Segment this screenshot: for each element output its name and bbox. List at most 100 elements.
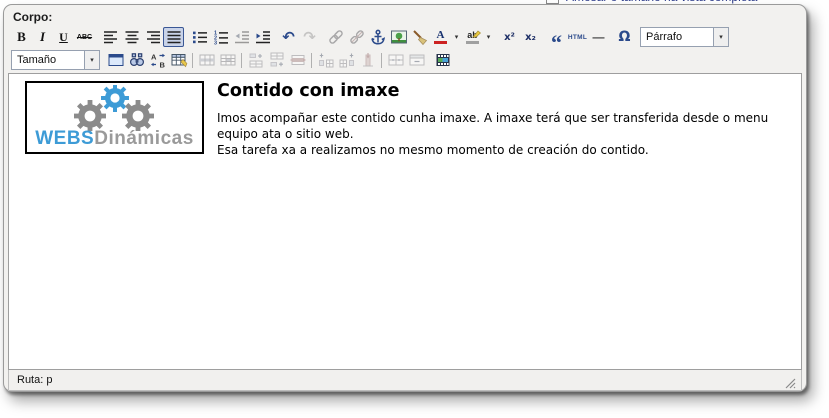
cleanup-button[interactable] <box>409 27 430 47</box>
align-center-button[interactable] <box>121 27 142 47</box>
split-cells-button[interactable] <box>385 50 406 70</box>
toolbar-row-2: Tamaño ▾ AB <box>11 49 453 71</box>
row-properties-icon <box>198 51 216 69</box>
strikethrough-button[interactable]: ABC <box>74 27 95 47</box>
replace-button[interactable]: AB <box>147 50 168 70</box>
highlight-color-dropdown[interactable]: ▾ <box>483 27 494 47</box>
svg-text:A: A <box>151 53 157 62</box>
text-color-dropdown[interactable]: ▾ <box>451 27 462 47</box>
delete-column-button[interactable] <box>357 50 378 70</box>
toolbar-separator <box>241 52 242 68</box>
horizontal-rule-icon: — <box>592 30 605 44</box>
strikethrough-icon: ABC <box>76 33 93 41</box>
undo-button[interactable]: ↶ <box>278 27 299 47</box>
justify-icon <box>165 28 183 46</box>
delete-row-button[interactable] <box>287 50 308 70</box>
insert-row-before-icon <box>247 51 265 69</box>
text-color-bar <box>434 41 447 44</box>
cell-properties-icon <box>219 51 237 69</box>
bullet-list-button[interactable] <box>189 27 210 47</box>
grey-gear-icon <box>121 100 154 131</box>
insert-row-after-button[interactable] <box>266 50 287 70</box>
omega-icon: Ω <box>618 29 631 45</box>
subscript-button[interactable]: x₂ <box>520 27 541 47</box>
paragraph-format-select[interactable]: Párrafo ▾ <box>640 27 729 47</box>
align-right-icon <box>144 28 162 46</box>
chevron-down-icon[interactable]: ▾ <box>713 28 728 46</box>
align-center-icon <box>123 28 141 46</box>
align-left-button[interactable] <box>100 27 121 47</box>
cell-properties-button[interactable] <box>217 50 238 70</box>
special-char-button[interactable]: Ω <box>614 27 635 47</box>
html-source-button[interactable]: HTML <box>567 27 588 47</box>
insert-table-button[interactable] <box>168 50 189 70</box>
underline-button[interactable]: U <box>53 27 74 47</box>
highlight-color-button[interactable]: ab <box>462 27 483 47</box>
merge-cells-icon <box>408 51 426 69</box>
delete-column-icon <box>359 51 377 69</box>
subscript-icon: x₂ <box>525 31 536 43</box>
editor-panel: Corpo: B I U ABC 123 ↶ ↷ A ▾ ab ▾ x² x₂ … <box>3 4 807 392</box>
font-size-value: Tamaño <box>17 54 57 66</box>
superscript-icon: x² <box>504 31 515 43</box>
bullet-list-icon <box>191 28 209 46</box>
redo-button[interactable]: ↷ <box>299 27 320 47</box>
delete-row-icon <box>289 51 307 69</box>
fullscreen-icon <box>107 51 125 69</box>
redo-icon: ↷ <box>303 27 316 46</box>
link-button[interactable] <box>325 27 346 47</box>
bold-icon: B <box>17 29 26 44</box>
logo-wordmark: WEBSDinámicas <box>27 128 202 150</box>
gears-graphic <box>73 85 154 131</box>
insert-column-before-button[interactable] <box>315 50 336 70</box>
fullscreen-size-checkbox[interactable] <box>546 0 559 4</box>
insert-column-after-button[interactable] <box>336 50 357 70</box>
indent-button[interactable] <box>252 27 273 47</box>
bold-button[interactable]: B <box>11 27 32 47</box>
outdent-button[interactable] <box>231 27 252 47</box>
indent-icon <box>254 28 272 46</box>
element-path[interactable]: Ruta: p <box>17 374 52 386</box>
unlink-button[interactable] <box>346 27 367 47</box>
paragraph-line: Esa tarefa xa a realizamos no mesmo mome… <box>217 143 649 157</box>
find-button[interactable] <box>126 50 147 70</box>
resize-handle-icon[interactable] <box>784 377 796 389</box>
anchor-button[interactable] <box>367 27 388 47</box>
align-left-icon <box>102 28 120 46</box>
media-button[interactable] <box>432 50 453 70</box>
italic-button[interactable]: I <box>32 27 53 47</box>
toolbar-separator <box>311 52 312 68</box>
image-icon <box>390 28 408 46</box>
insert-row-before-button[interactable] <box>245 50 266 70</box>
chevron-down-icon[interactable]: ▾ <box>84 51 99 69</box>
fullscreen-button[interactable] <box>105 50 126 70</box>
page: Amosar o tamaño na vista completa Corpo:… <box>0 0 829 418</box>
undo-icon: ↶ <box>282 27 295 46</box>
row-properties-button[interactable] <box>196 50 217 70</box>
justify-button[interactable] <box>163 27 184 47</box>
unlink-icon <box>348 28 366 46</box>
link-icon <box>327 28 345 46</box>
table-icon <box>170 51 188 69</box>
align-right-button[interactable] <box>142 27 163 47</box>
blockquote-button[interactable]: “ <box>546 27 567 54</box>
underline-icon: U <box>59 29 68 44</box>
editor-content-area[interactable]: WEBSDinámicas Contido con imaxe Imos aco… <box>8 73 802 370</box>
logo-image[interactable]: WEBSDinámicas <box>25 81 204 154</box>
field-label: Corpo: <box>13 10 53 24</box>
insert-row-after-icon <box>268 51 286 69</box>
toolbar-row-1: B I U ABC 123 ↶ ↷ A ▾ ab ▾ x² x₂ “ HTML … <box>11 26 729 54</box>
blue-gear-icon <box>100 85 129 112</box>
media-film-icon <box>434 51 452 69</box>
horizontal-rule-button[interactable]: — <box>588 27 609 47</box>
cleanup-broom-icon <box>411 28 429 46</box>
grey-gear-icon <box>73 100 106 131</box>
image-button[interactable] <box>388 27 409 47</box>
toolbar-separator <box>192 52 193 68</box>
numbered-list-button[interactable]: 123 <box>210 27 231 47</box>
font-size-select[interactable]: Tamaño ▾ <box>11 50 100 70</box>
text-color-button[interactable]: A <box>430 27 451 47</box>
editor-status-bar: Ruta: p <box>8 370 802 391</box>
merge-cells-button[interactable] <box>406 50 427 70</box>
superscript-button[interactable]: x² <box>499 27 520 47</box>
